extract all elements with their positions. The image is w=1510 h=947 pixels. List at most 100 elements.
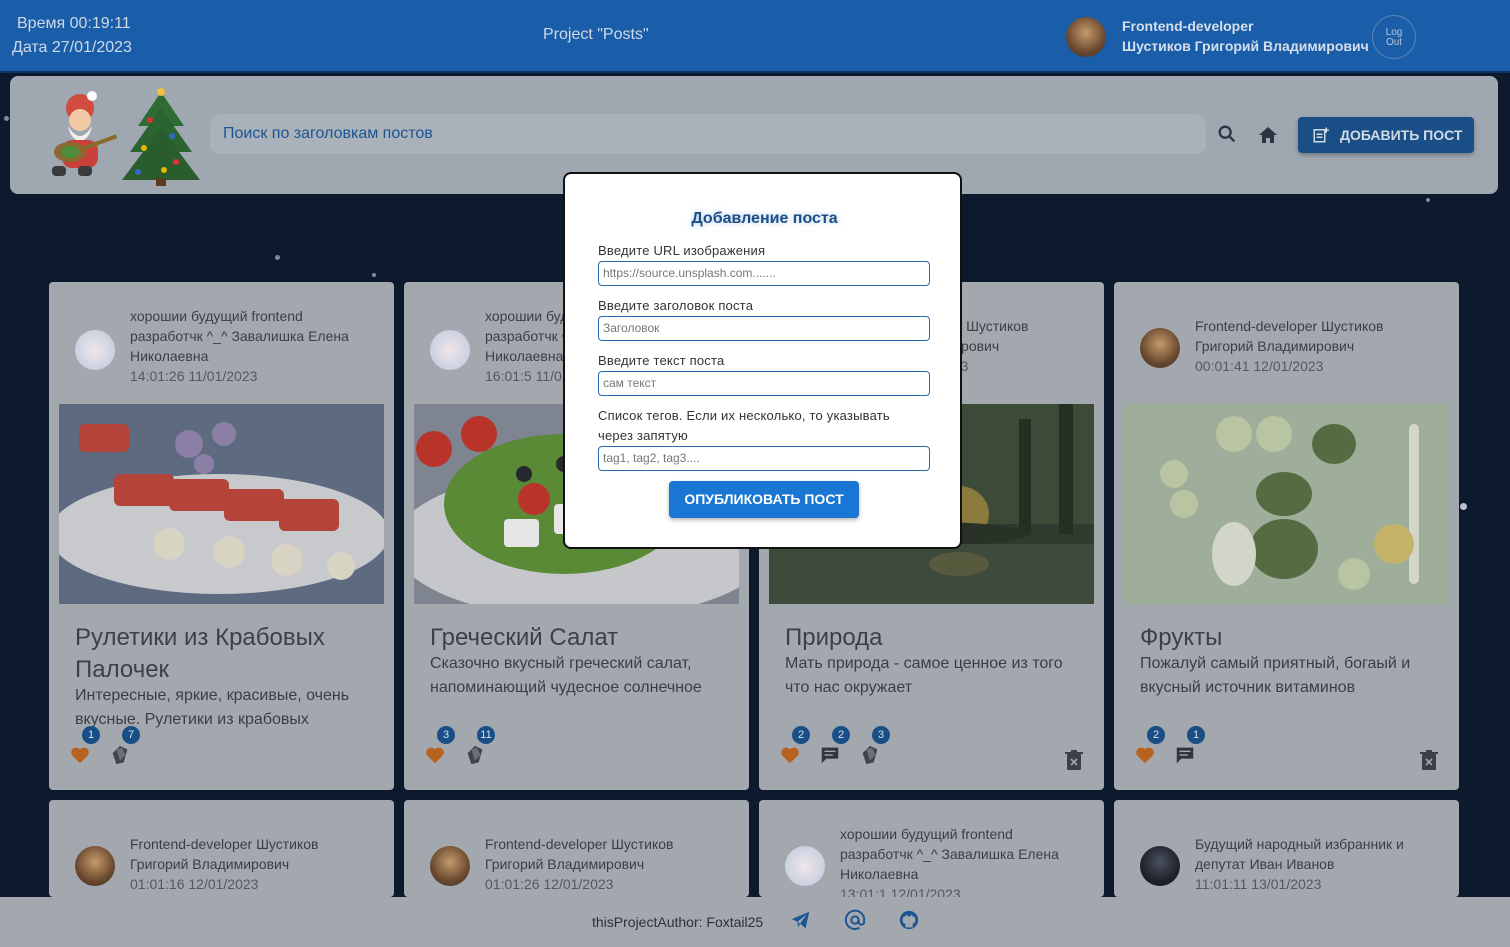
author-avatar bbox=[1140, 328, 1180, 368]
post-add-icon bbox=[1313, 127, 1329, 143]
post-author: Frontend-developer Шустиков Григорий Вла… bbox=[130, 834, 375, 894]
at-sign-icon[interactable] bbox=[844, 909, 866, 931]
datetime-display: Время 00:19:11 Дата 27/01/2023 bbox=[12, 12, 132, 60]
post-card[interactable]: Frontend-developer Шустиков Григорий Вла… bbox=[1114, 282, 1459, 790]
snowflake bbox=[4, 116, 9, 121]
post-image bbox=[59, 404, 384, 604]
snowflake bbox=[1460, 503, 1467, 510]
author-avatar bbox=[430, 846, 470, 886]
logout-button[interactable]: Log Out bbox=[1372, 15, 1416, 59]
time-label: Время 00:19:11 bbox=[17, 15, 131, 32]
post-actions: 2 1 bbox=[1134, 726, 1444, 770]
post-card[interactable]: Frontend-developer Шустиков Григорий Вла… bbox=[49, 800, 394, 897]
heart-icon[interactable] bbox=[424, 744, 446, 766]
post-author: Frontend-developer Шустиков Григорий Вла… bbox=[1195, 316, 1440, 376]
post-text-input[interactable]: сам текст bbox=[598, 371, 930, 396]
post-date: 11:01:11 13/01/2023 bbox=[1195, 876, 1322, 892]
post-actions: 3 11 bbox=[424, 726, 734, 770]
author-name: хорошии будущий frontend разработчк ^_^ … bbox=[130, 308, 349, 364]
post-actions: 1 7 bbox=[69, 726, 379, 770]
snowflake bbox=[372, 273, 376, 277]
tags-label: Список тегов. Если их несколько, то указ… bbox=[598, 408, 890, 443]
add-post-label: ДОБАВИТЬ ПОСТ bbox=[1340, 127, 1463, 143]
post-text: Сказочно вкусный греческий салат, напоми… bbox=[430, 655, 702, 696]
trash-icon[interactable] bbox=[1420, 750, 1438, 770]
author-name: Frontend-developer Шустиков Григорий Вла… bbox=[130, 836, 319, 872]
post-author: хорошии будущий frontend разработчк ^_^ … bbox=[130, 306, 375, 386]
image-url-input[interactable]: https://source.unsplash.com....... bbox=[598, 261, 930, 286]
publish-button[interactable]: ОПУБЛИКОВАТЬ ПОСТ bbox=[669, 481, 859, 518]
tags-count: 3 bbox=[872, 726, 890, 744]
author-name: Frontend-developer Шустиков Григорий Вла… bbox=[1195, 318, 1384, 354]
search-icon[interactable] bbox=[1216, 123, 1238, 145]
tag-icon[interactable] bbox=[109, 744, 131, 766]
author-avatar bbox=[430, 330, 470, 370]
author-name: Будущий народный избранник и депутат Ива… bbox=[1195, 836, 1404, 872]
home-icon[interactable] bbox=[1256, 123, 1280, 147]
heart-icon[interactable] bbox=[1134, 744, 1156, 766]
telegram-icon[interactable] bbox=[790, 909, 812, 931]
tags-count: 11 bbox=[477, 726, 495, 744]
post-date: 13:01:1 12/01/2023 bbox=[840, 886, 961, 897]
github-icon[interactable] bbox=[898, 909, 920, 931]
post-date: 00:01:41 12/01/2023 bbox=[1195, 358, 1324, 374]
post-text: Пожалуй самый приятный, богаый и вкусный… bbox=[1140, 655, 1411, 696]
date-label: Дата 27/01/2023 bbox=[12, 39, 132, 56]
post-card[interactable]: Будущий народный избранник и депутат Ива… bbox=[1114, 800, 1459, 897]
post-author: хорошии будущий frontend разработчк ^_^ … bbox=[840, 824, 1085, 897]
snowflake bbox=[1426, 198, 1430, 202]
url-label: Введите URL изображения bbox=[598, 243, 766, 258]
footer-author: thisProjectAuthor: Foxtail25 bbox=[592, 914, 764, 930]
heart-icon[interactable] bbox=[779, 744, 801, 766]
post-date: 01:01:26 12/01/2023 bbox=[485, 876, 614, 892]
comment-icon[interactable] bbox=[819, 744, 841, 766]
trash-icon[interactable] bbox=[1065, 750, 1083, 770]
post-title: Природа bbox=[785, 624, 883, 651]
post-card[interactable]: Frontend-developer Шустиков Григорий Вла… bbox=[404, 800, 749, 897]
tag-icon[interactable] bbox=[464, 744, 486, 766]
comments-count: 1 bbox=[1187, 726, 1205, 744]
comments-count: 2 bbox=[832, 726, 850, 744]
likes-count: 3 bbox=[437, 726, 455, 744]
author-name: хорошии будущий frontend разработчк ^_^ … bbox=[840, 826, 1059, 882]
post-text: Интересные, яркие, красивые, очень вкусн… bbox=[75, 687, 350, 728]
logout-label-2: Out bbox=[1385, 37, 1403, 48]
author-avatar bbox=[75, 846, 115, 886]
post-title: Фрукты bbox=[1140, 624, 1223, 651]
user-name: Шустиков Григорий Владимирович bbox=[1122, 38, 1369, 54]
post-title-input[interactable]: Заголовок bbox=[598, 316, 930, 341]
post-title: Греческий Салат bbox=[430, 624, 619, 651]
post-date: 14:01:26 11/01/2023 bbox=[130, 368, 258, 384]
snowflake bbox=[275, 255, 280, 260]
santa-image bbox=[52, 91, 118, 176]
text-label: Введите текст поста bbox=[598, 353, 725, 368]
post-actions: 2 2 3 bbox=[779, 726, 1089, 770]
post-image bbox=[1124, 404, 1449, 604]
likes-count: 1 bbox=[82, 726, 100, 744]
likes-count: 2 bbox=[1147, 726, 1165, 744]
post-card[interactable]: хорошии будущий frontend разработчк ^_^ … bbox=[49, 282, 394, 790]
add-post-button[interactable]: ДОБАВИТЬ ПОСТ bbox=[1298, 117, 1474, 153]
post-author: Frontend-developer Шустиков Григорий Вла… bbox=[485, 834, 730, 894]
user-role: Frontend-developer bbox=[1122, 18, 1254, 34]
post-card[interactable]: хорошии будущий frontend разработчк ^_^ … bbox=[759, 800, 1104, 897]
author-avatar bbox=[785, 846, 825, 886]
project-title: Project "Posts" bbox=[543, 26, 649, 43]
author-name: Frontend-developer Шустиков Григорий Вла… bbox=[485, 836, 674, 872]
heart-icon[interactable] bbox=[69, 744, 91, 766]
author-avatar bbox=[75, 330, 115, 370]
post-author: Будущий народный избранник и депутат Ива… bbox=[1195, 834, 1440, 894]
tags-count: 7 bbox=[122, 726, 140, 744]
post-text: Мать природа - самое ценное из того что … bbox=[785, 655, 1063, 696]
title-label: Введите заголовок поста bbox=[598, 298, 754, 313]
post-title: Рулетики из Крабовых Палочек bbox=[75, 624, 325, 683]
app-header: Время 00:19:11 Дата 27/01/2023 Project "… bbox=[0, 0, 1510, 73]
author-avatar bbox=[1140, 846, 1180, 886]
comment-icon[interactable] bbox=[1174, 744, 1196, 766]
user-info: Frontend-developer Шустиков Григорий Вла… bbox=[1122, 16, 1369, 56]
search-input[interactable]: Поиск по заголовкам постов bbox=[210, 114, 1206, 154]
christmas-tree-image bbox=[122, 88, 200, 186]
tag-icon[interactable] bbox=[859, 744, 881, 766]
app-footer: thisProjectAuthor: Foxtail25 bbox=[0, 897, 1510, 947]
tags-input[interactable]: tag1, tag2, tag3.... bbox=[598, 446, 930, 471]
